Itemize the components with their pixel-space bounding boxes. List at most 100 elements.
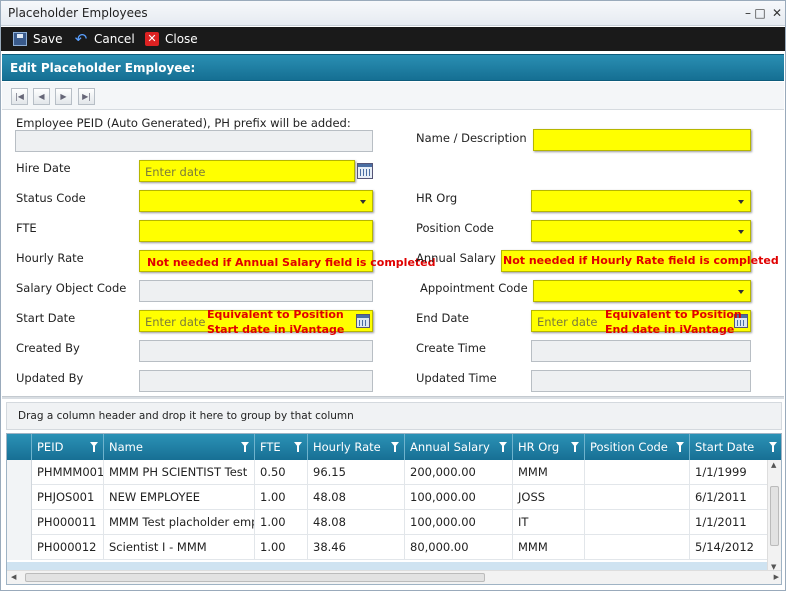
last-record-button[interactable]: ▶| <box>78 88 95 105</box>
hire-date-calendar-icon[interactable] <box>357 163 373 179</box>
column-header-start-date[interactable]: Start Date <box>690 434 781 460</box>
scroll-up-icon[interactable]: ▲ <box>771 461 776 469</box>
row-indicator[interactable] <box>7 460 32 485</box>
row-indicator[interactable] <box>7 485 32 510</box>
cell-fte: 0.50 <box>255 460 308 485</box>
peid-label: Employee PEID (Auto Generated), PH prefi… <box>16 116 351 130</box>
cell-hourly-rate: 48.08 <box>308 510 405 535</box>
start-date-label: Start Date <box>16 311 76 325</box>
grid-header: PEID Name FTE Hourly Rate Annual Salary … <box>7 434 781 460</box>
title-bar: Placeholder Employees – □ ✕ <box>1 1 785 26</box>
start-date-note-1: Equivalent to Position <box>207 308 344 321</box>
cell-position-code <box>585 535 690 560</box>
employees-grid: PEID Name FTE Hourly Rate Annual Salary … <box>6 433 782 585</box>
appointment-code-select[interactable] <box>533 280 751 302</box>
toolbar: Save ↶ Cancel ✕ Close <box>1 27 785 51</box>
cell-name: Scientist I - MMM <box>104 535 255 560</box>
cell-name: MMM Test placholder emp <box>104 510 255 535</box>
table-row[interactable]: PH000012 Scientist I - MMM 1.00 38.46 80… <box>7 535 769 560</box>
chevron-down-icon <box>738 290 744 294</box>
table-row[interactable]: PHMMM001 MMM PH SCIENTIST Test 0.50 96.1… <box>7 460 769 485</box>
column-header-peid[interactable]: PEID <box>32 434 104 460</box>
cell-hr-org: MMM <box>513 535 585 560</box>
filter-icon[interactable] <box>90 442 98 452</box>
placeholder-employees-window: Placeholder Employees – □ ✕ Save ↶ Cance… <box>0 0 786 591</box>
window-title: Placeholder Employees <box>8 6 148 20</box>
column-header-annual-salary[interactable]: Annual Salary <box>405 434 513 460</box>
filter-icon[interactable] <box>571 442 579 452</box>
hourly-rate-note: Not needed if Annual Salary field is com… <box>147 256 436 269</box>
cell-peid: PHMMM001 <box>32 460 104 485</box>
filter-icon[interactable] <box>294 442 302 452</box>
status-code-select[interactable] <box>139 190 373 212</box>
status-code-label: Status Code <box>16 191 86 205</box>
column-header-name[interactable]: Name <box>104 434 255 460</box>
position-code-label: Position Code <box>416 221 494 235</box>
cell-annual-salary: 100,000.00 <box>405 510 513 535</box>
table-row[interactable]: PH000011 MMM Test placholder emp 1.00 48… <box>7 510 769 535</box>
cell-position-code <box>585 510 690 535</box>
cell-start-date: 5/14/2012 <box>690 535 769 560</box>
scroll-left-icon[interactable]: ◀ <box>11 573 16 581</box>
filter-icon[interactable] <box>676 442 684 452</box>
cell-hr-org: MMM <box>513 460 585 485</box>
group-by-panel[interactable]: Drag a column header and drop it here to… <box>6 402 782 430</box>
splitter[interactable] <box>2 396 784 399</box>
selected-row-edge[interactable] <box>7 562 769 570</box>
close-window-icon[interactable]: ✕ <box>770 6 784 20</box>
hourly-rate-label: Hourly Rate <box>16 251 84 265</box>
salary-object-code-field <box>139 280 373 302</box>
cell-hr-org: IT <box>513 510 585 535</box>
close-icon: ✕ <box>145 32 159 46</box>
chevron-down-icon <box>738 200 744 204</box>
vertical-scroll-thumb[interactable] <box>770 486 779 546</box>
hire-date-placeholder: Enter date <box>145 165 206 179</box>
start-date-note-2: Start date in iVantage <box>207 323 345 336</box>
cell-hr-org: JOSS <box>513 485 585 510</box>
filter-icon[interactable] <box>499 442 507 452</box>
start-date-placeholder: Enter date <box>145 315 206 329</box>
cell-name: NEW EMPLOYEE <box>104 485 255 510</box>
save-label: Save <box>33 32 63 46</box>
fte-label: FTE <box>16 221 37 235</box>
cell-annual-salary: 200,000.00 <box>405 460 513 485</box>
cell-position-code <box>585 485 690 510</box>
cancel-button[interactable]: ↶ Cancel <box>74 31 135 47</box>
scroll-right-icon[interactable]: ▶ <box>774 573 779 581</box>
previous-record-button[interactable]: ◀ <box>33 88 50 105</box>
hire-date-label: Hire Date <box>16 161 71 175</box>
maximize-icon[interactable]: □ <box>753 6 767 20</box>
hr-org-select[interactable] <box>531 190 751 212</box>
cell-peid: PHJOS001 <box>32 485 104 510</box>
start-date-calendar-icon[interactable] <box>356 314 370 328</box>
grid-header-indicator <box>7 434 32 460</box>
name-input[interactable] <box>533 129 751 151</box>
column-header-fte[interactable]: FTE <box>255 434 308 460</box>
save-button[interactable]: Save <box>13 31 62 47</box>
cell-start-date: 6/1/2011 <box>690 485 769 510</box>
created-by-field <box>139 340 373 362</box>
peid-field <box>15 130 373 152</box>
updated-time-label: Updated Time <box>416 371 497 385</box>
row-indicator[interactable] <box>7 510 32 535</box>
fte-input[interactable] <box>139 220 373 242</box>
first-record-button[interactable]: |◀ <box>11 88 28 105</box>
updated-time-field <box>531 370 751 392</box>
next-record-button[interactable]: ▶ <box>55 88 72 105</box>
column-header-position-code[interactable]: Position Code <box>585 434 690 460</box>
column-header-hourly-rate[interactable]: Hourly Rate <box>308 434 405 460</box>
filter-icon[interactable] <box>241 442 249 452</box>
position-code-select[interactable] <box>531 220 751 242</box>
close-button[interactable]: ✕ Close <box>145 31 198 47</box>
vertical-scrollbar[interactable]: ▲ ▼ <box>767 460 781 572</box>
filter-icon[interactable] <box>391 442 399 452</box>
table-row[interactable]: PHJOS001 NEW EMPLOYEE 1.00 48.08 100,000… <box>7 485 769 510</box>
horizontal-scroll-thumb[interactable] <box>25 573 485 582</box>
cell-hourly-rate: 38.46 <box>308 535 405 560</box>
hire-date-input[interactable]: Enter date <box>139 160 355 182</box>
column-header-hr-org[interactable]: HR Org <box>513 434 585 460</box>
horizontal-scrollbar[interactable]: ◀ ▶ <box>7 570 781 584</box>
filter-icon[interactable] <box>769 442 777 452</box>
row-indicator[interactable] <box>7 535 32 560</box>
end-date-note-1: Equivalent to Position <box>605 308 742 321</box>
